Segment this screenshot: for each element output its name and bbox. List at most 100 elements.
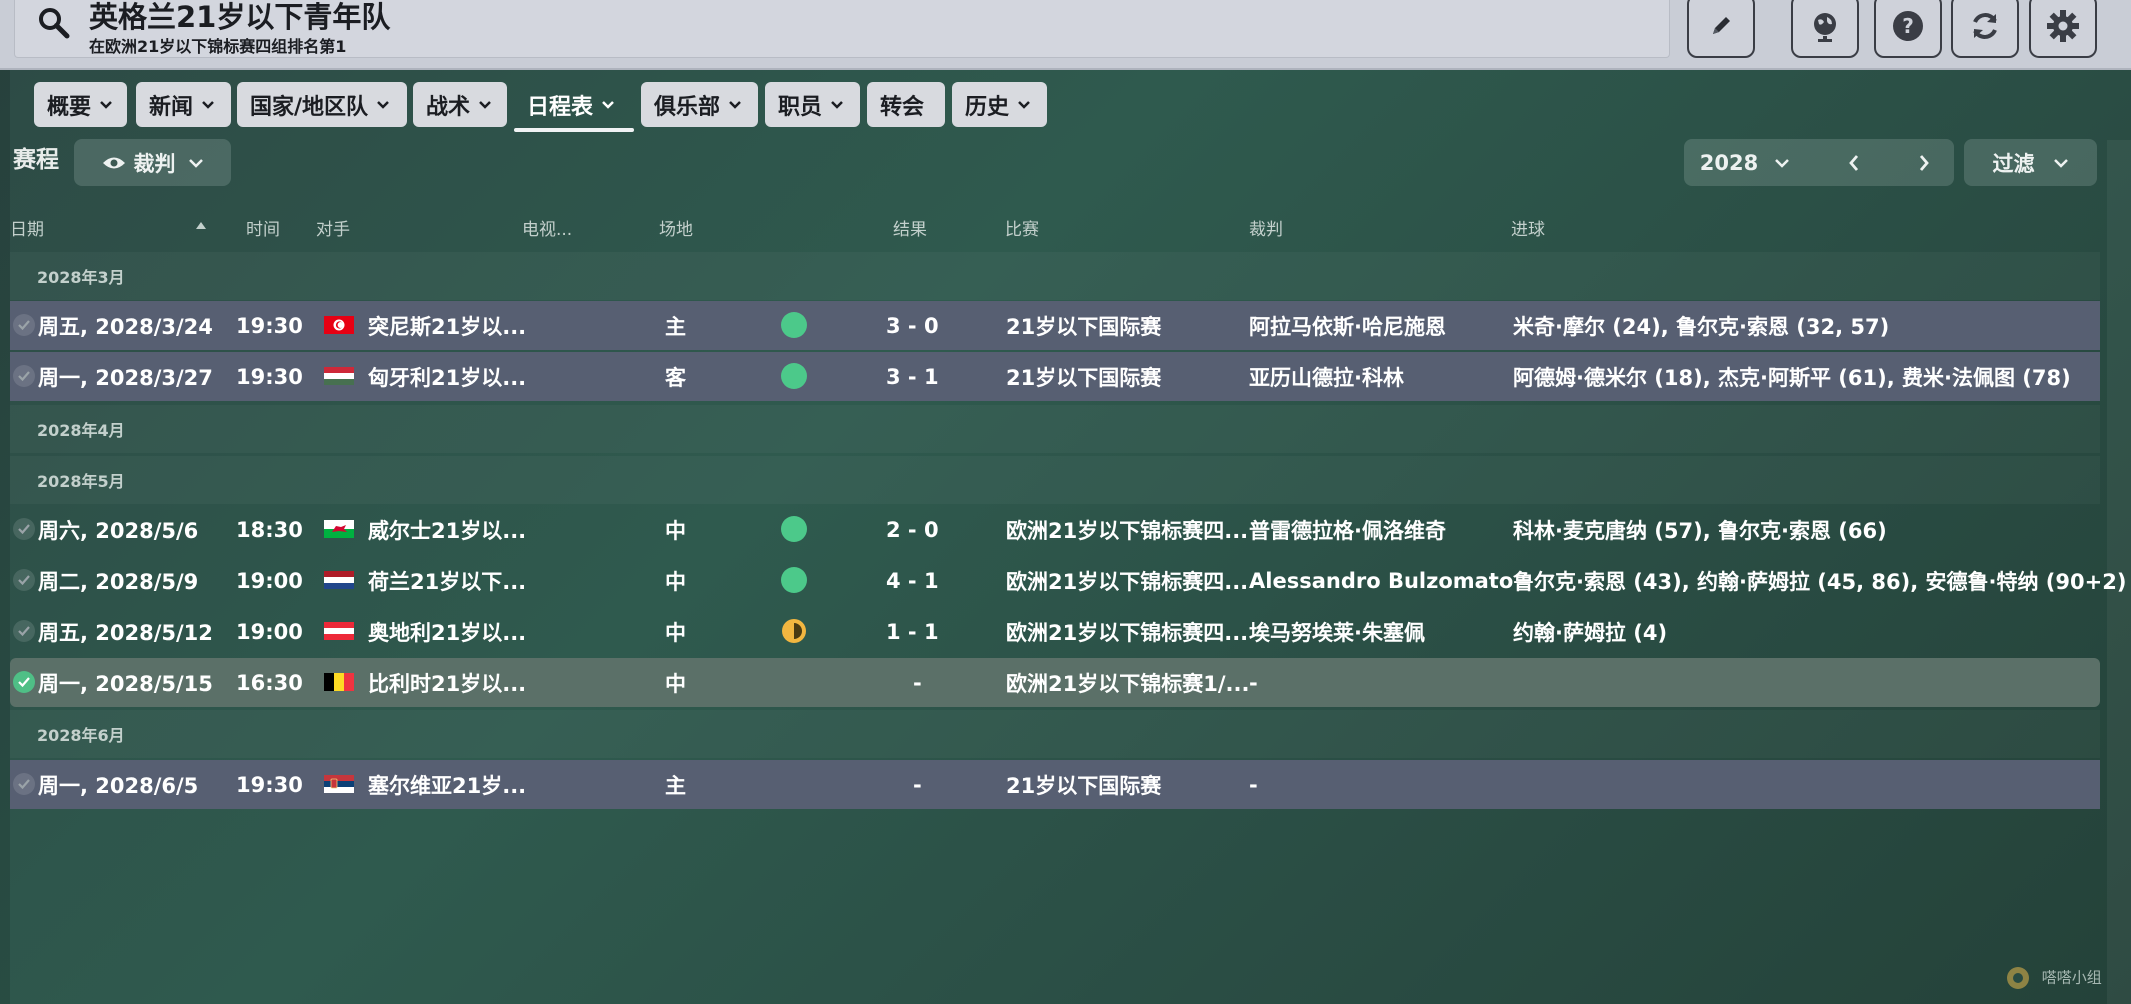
opponent-name[interactable]: 塞尔维亚21岁... (368, 760, 526, 809)
match-result[interactable]: 4 - 1 (886, 556, 939, 605)
globe-button[interactable] (1791, 0, 1859, 58)
win-indicator-icon (781, 363, 807, 389)
match-row[interactable]: 周六, 2028/5/6 18:30 威尔士21岁以... 中 2 - 0 欧洲… (10, 505, 2100, 554)
chevron-down-icon (1018, 100, 1030, 109)
tab-national-teams[interactable]: 国家/地区队 (237, 82, 407, 127)
opponent-name[interactable]: 奥地利21岁以... (368, 607, 526, 656)
check-icon[interactable] (13, 314, 35, 336)
globe-icon (1814, 13, 1836, 42)
filter-label: 过滤 (1992, 151, 2035, 176)
header-bar: 英格兰21岁以下青年队 在欧洲21岁以下锦标赛四组排名第1 ? (0, 0, 2131, 70)
venue: 中 (665, 671, 686, 696)
chevron-down-icon (188, 158, 203, 168)
goal-scorers: 科林·麦克唐纳 (57), 鲁尔克·索恩 (66) (1513, 518, 1887, 543)
match-result[interactable]: - (913, 760, 922, 809)
opponent-name[interactable]: 比利时21岁以... (368, 658, 526, 707)
view-selector[interactable]: 裁判 (74, 139, 231, 186)
check-icon[interactable] (13, 773, 35, 795)
match-date: 周五, 2028/3/24 (38, 314, 213, 339)
competition-name[interactable]: 欧洲21岁以下锦标赛四... (1006, 556, 1248, 605)
tab-schedule[interactable]: 日程表 (514, 82, 634, 132)
referee-name[interactable]: 亚历山德拉·科林 (1249, 352, 1404, 401)
tab-news[interactable]: 新闻 (136, 82, 231, 127)
match-result[interactable]: 2 - 0 (886, 505, 939, 554)
match-row[interactable]: 周二, 2028/5/9 19:00 荷兰21岁以下... 中 4 - 1 欧洲… (10, 556, 2126, 605)
win-indicator-icon (781, 567, 807, 593)
check-icon[interactable] (13, 365, 35, 387)
tab-overview[interactable]: 概要 (34, 82, 127, 127)
match-date: 周六, 2028/5/6 (38, 518, 199, 543)
competition-name[interactable]: 欧洲21岁以下锦标赛1/... (1006, 658, 1249, 707)
match-row[interactable]: 周一, 2028/5/15 16:30 比利时21岁以... 中 - 欧洲21岁… (10, 658, 2100, 707)
month-label: 2028年4月 (37, 421, 125, 440)
opponent-name[interactable]: 荷兰21岁以下... (368, 556, 526, 605)
tab-staff[interactable]: 职员 (765, 82, 860, 127)
month-label: 2028年6月 (37, 726, 125, 745)
help-button[interactable]: ? (1874, 0, 1942, 58)
match-row[interactable]: 周五, 2028/3/24 19:30 突尼斯21岁以... 主 3 - 0 2… (10, 301, 2100, 350)
match-row[interactable]: 周一, 2028/3/27 19:30 匈牙利21岁以... 客 3 - 1 2… (10, 352, 2100, 401)
competition-name[interactable]: 21岁以下国际赛 (1006, 760, 1161, 809)
next-year-button[interactable] (1904, 139, 1944, 186)
column-header-referee[interactable]: 裁判 (1249, 215, 1283, 240)
tab-clubs[interactable]: 俱乐部 (641, 82, 758, 127)
tab-tactics[interactable]: 战术 (413, 82, 507, 127)
draw-indicator-icon (782, 619, 806, 643)
opponent-name[interactable]: 威尔士21岁以... (368, 505, 526, 554)
venue: 中 (665, 569, 686, 594)
check-icon[interactable] (13, 569, 35, 591)
chevron-down-icon (729, 100, 741, 109)
check-icon[interactable] (13, 518, 35, 540)
competition-name[interactable]: 欧洲21岁以下锦标赛四... (1006, 607, 1248, 656)
referee-name[interactable]: - (1249, 658, 1258, 707)
year-selector[interactable]: 2028 (1684, 139, 1806, 186)
column-header-time[interactable]: 时间 (246, 215, 280, 240)
tab-history[interactable]: 历史 (952, 82, 1047, 127)
tab-label: 日程表 (527, 94, 594, 120)
venue: 主 (665, 773, 686, 798)
eye-icon (102, 157, 125, 168)
competition-name[interactable]: 21岁以下国际赛 (1006, 301, 1161, 350)
opponent-name[interactable]: 突尼斯21岁以... (368, 301, 526, 350)
column-header-goals[interactable]: 进球 (1511, 215, 1545, 240)
refresh-button[interactable] (1951, 0, 2019, 58)
filter-button[interactable]: 过滤 (1964, 139, 2097, 186)
match-result[interactable]: - (913, 658, 922, 707)
search-icon[interactable] (37, 6, 71, 40)
settings-button[interactable] (2029, 0, 2097, 58)
referee-name[interactable]: - (1249, 760, 1258, 809)
column-header-opponent[interactable]: 对手 (316, 215, 350, 240)
column-header-date[interactable]: 日期 (10, 215, 44, 240)
month-group-header: 2028年4月 (10, 405, 2100, 453)
check-icon[interactable] (13, 671, 35, 693)
match-row[interactable]: 周五, 2028/5/12 19:00 奥地利21岁以... 中 1 - 1 欧… (10, 607, 2100, 656)
column-header-venue[interactable]: 场地 (659, 215, 693, 240)
competition-name[interactable]: 21岁以下国际赛 (1006, 352, 1161, 401)
column-header-result[interactable]: 结果 (893, 215, 927, 240)
match-result[interactable]: 3 - 1 (886, 352, 939, 401)
opponent-name[interactable]: 匈牙利21岁以... (368, 352, 526, 401)
referee-name[interactable]: 阿拉马依斯·哈尼施恩 (1249, 301, 1446, 350)
svg-text:?: ? (1902, 14, 1914, 38)
win-indicator-icon (781, 312, 807, 338)
referee-name[interactable]: 普雷德拉格·佩洛维奇 (1249, 505, 1446, 554)
referee-name[interactable]: Alessandro Bulzomato (1249, 556, 1513, 605)
tab-label: 新闻 (149, 94, 194, 120)
column-header-competition[interactable]: 比赛 (1005, 215, 1039, 240)
chevron-down-icon (1775, 158, 1790, 168)
match-result[interactable]: 1 - 1 (886, 607, 939, 656)
scrollbar-track[interactable] (2107, 140, 2131, 1004)
sort-ascending-icon (196, 222, 206, 229)
team-title-panel: 英格兰21岁以下青年队 在欧洲21岁以下锦标赛四组排名第1 (14, 0, 1670, 58)
match-result[interactable]: 3 - 0 (886, 301, 939, 350)
column-header-tv[interactable]: 电视... (522, 215, 572, 240)
check-icon[interactable] (13, 620, 35, 642)
competition-name[interactable]: 欧洲21岁以下锦标赛四... (1006, 505, 1248, 554)
chevron-right-icon (1919, 154, 1929, 171)
wales-flag-icon (324, 520, 354, 538)
match-row[interactable]: 周一, 2028/6/5 19:30 塞尔维亚21岁... 主 - 21岁以下国… (10, 760, 2100, 809)
tab-transfers[interactable]: 转会 (867, 82, 945, 127)
edit-button[interactable] (1687, 0, 1755, 58)
referee-name[interactable]: 埃马努埃莱·朱塞佩 (1249, 607, 1425, 656)
prev-year-button[interactable] (1834, 139, 1874, 186)
